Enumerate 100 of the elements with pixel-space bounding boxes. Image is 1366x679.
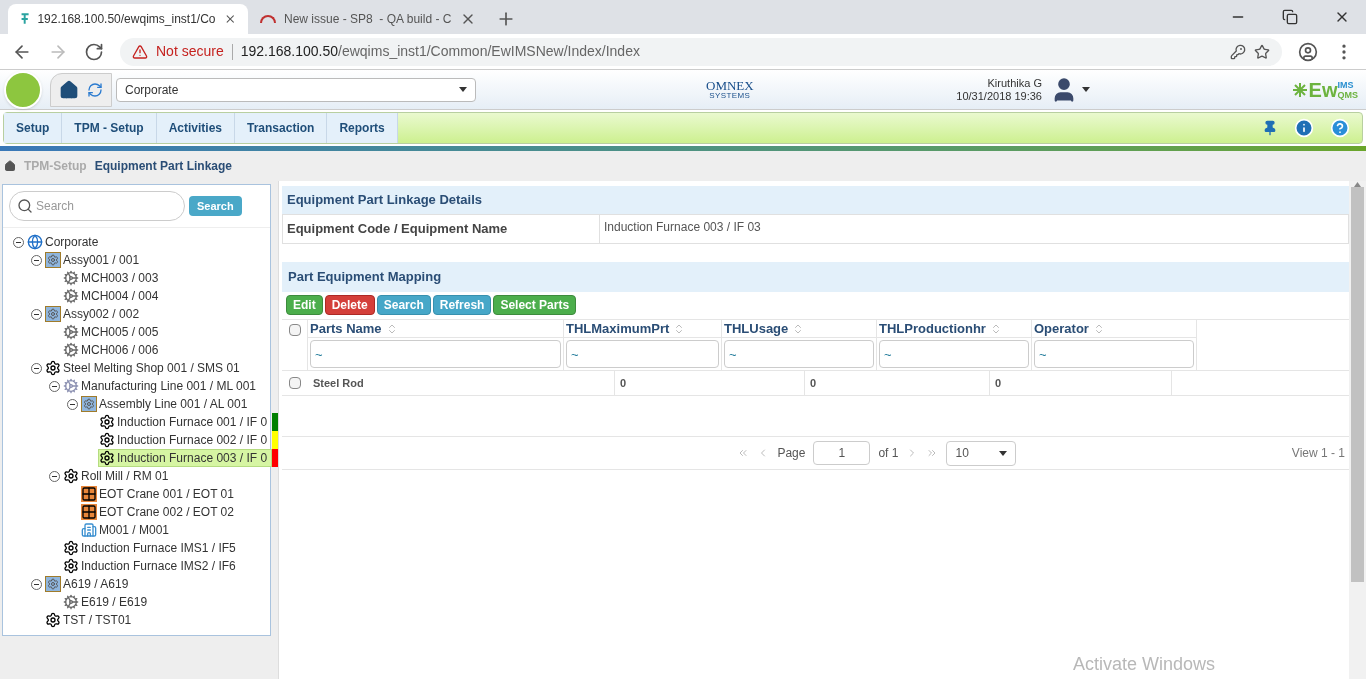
gear-icon: [63, 468, 79, 484]
page-label: Page: [777, 445, 806, 462]
tree-item[interactable]: MCH004 / 004: [62, 287, 164, 305]
page-field[interactable]: 1: [813, 441, 871, 465]
gears-icon: [63, 324, 79, 340]
field-label: Equipment Code / Equipment Name: [283, 215, 600, 243]
filter-field[interactable]: ~: [879, 340, 1029, 368]
gear-document-icon: [45, 576, 61, 592]
star-icon[interactable]: [1254, 43, 1270, 60]
crate-icon: [81, 504, 97, 520]
gears-icon: [63, 594, 79, 610]
gear-icon: [45, 360, 61, 376]
restore-icon[interactable]: [1282, 9, 1298, 25]
records-info: View 1 - 1: [1291, 445, 1346, 462]
tree-item[interactable]: Induction Furnace IMS1 / IF5: [62, 539, 241, 557]
menu-item[interactable]: TPM - Setup: [62, 113, 157, 143]
gears-icon: [63, 288, 79, 304]
tree-item[interactable]: Induction Furnace 001 / IF 0: [98, 413, 273, 431]
tree-item[interactable]: EOT Crane 001 / EOT 01: [80, 485, 239, 503]
scrollbar[interactable]: [1349, 181, 1366, 679]
gear-icon: [99, 450, 115, 466]
tab-title: 192.168.100.50/ewqims_inst1/Co: [37, 11, 216, 28]
menu-item[interactable]: Reports: [327, 113, 398, 143]
tree-item[interactable]: MCH005 / 005: [62, 323, 164, 341]
filter-field[interactable]: ~: [724, 340, 874, 368]
gear-icon: [45, 612, 61, 628]
table-cell: 0: [805, 371, 990, 395]
activation-notice: Activate Windows: [1073, 653, 1216, 676]
tree-item[interactable]: Induction Furnace 002 / IF 0: [98, 431, 273, 449]
gears-icon: [63, 378, 79, 394]
refresh-icon[interactable]: [87, 81, 103, 98]
reload-icon[interactable]: [84, 41, 104, 62]
tree-item[interactable]: E619 / E619: [62, 593, 153, 611]
column-header[interactable]: THLUsage: [724, 318, 789, 339]
url-text: 192.168.100.50/ewqims_inst1/Common/EwIMSNew/Index/Index: [240, 42, 640, 61]
pin-icon[interactable]: [1262, 120, 1278, 136]
organization-select[interactable]: Corporate: [116, 77, 476, 102]
table-cell: 0: [990, 371, 1172, 395]
help-icon[interactable]: [1330, 118, 1350, 138]
search-icon: [17, 198, 33, 214]
gear-document-icon: [45, 252, 61, 268]
field-value: Induction Furnace 003 / IF 03: [603, 219, 762, 236]
toolbar-button[interactable]: Delete: [324, 295, 375, 315]
profile-icon[interactable]: [1298, 41, 1318, 62]
key-icon[interactable]: [1230, 43, 1246, 60]
browser-tab[interactable]: 192.168.100.50/ewqims_inst1/Co: [8, 4, 248, 34]
gear-document-icon: [45, 306, 61, 322]
site-icon: [20, 11, 30, 27]
info-icon[interactable]: [1294, 118, 1314, 138]
tree-item[interactable]: Assy002 / 002: [44, 305, 145, 323]
column-header[interactable]: Operator: [1034, 318, 1089, 339]
menu-item[interactable]: Setup: [4, 113, 63, 143]
filter-field[interactable]: ~: [1034, 340, 1194, 368]
tree-item[interactable]: M001 / M001: [80, 521, 175, 539]
address-bar[interactable]: Not secure 192.168.100.50/ewqims_inst1/Common/EwIMSNew/Index/Index: [120, 37, 1282, 66]
tree-item[interactable]: Induction Furnace IMS2 / IF6: [62, 557, 241, 575]
tree-item[interactable]: Steel Melting Shop 001 / SMS 01: [44, 359, 245, 377]
filter-field[interactable]: ~: [566, 340, 719, 368]
gear-icon: [99, 414, 115, 430]
tree-item[interactable]: Corporate: [26, 233, 104, 251]
table-cell: 0: [615, 371, 805, 395]
gear-icon: [63, 558, 79, 574]
tree-item[interactable]: Roll Mill / RM 01: [62, 467, 174, 485]
tree-item[interactable]: Assembly Line 001 / AL 001: [80, 395, 253, 413]
tree-item[interactable]: Assy001 / 001: [44, 251, 145, 269]
search-field[interactable]: Search: [9, 191, 185, 221]
warning-icon: [132, 43, 148, 60]
table-cell: Steel Rod: [308, 371, 615, 395]
gears-icon: [63, 270, 79, 286]
tree-item[interactable]: MCH003 / 003: [62, 269, 164, 287]
caret-icon: [1081, 87, 1090, 92]
gears-icon: [63, 342, 79, 358]
page-size-select[interactable]: 10: [946, 440, 1017, 466]
security-label: Not secure: [156, 42, 224, 61]
browser-tab[interactable]: New issue - SP8 - QA build - C: [248, 4, 488, 34]
tab-title: New issue - SP8 - QA build - C: [284, 11, 452, 28]
gear-document-icon: [81, 396, 97, 412]
crate-icon: [81, 486, 97, 502]
page-count: of 1: [878, 445, 899, 462]
menu-item[interactable]: Transaction: [235, 113, 328, 143]
arch-icon: [260, 15, 276, 23]
column-header[interactable]: Parts Name: [310, 318, 382, 339]
tree-item[interactable]: EOT Crane 002 / EOT 02: [80, 503, 239, 521]
tree-item[interactable]: TST / TST01: [44, 611, 137, 629]
checkbox[interactable]: [288, 324, 301, 336]
column-header[interactable]: THLProductionhr: [879, 318, 986, 339]
filter-field[interactable]: ~: [310, 340, 561, 368]
tree-item[interactable]: Induction Furnace 003 / IF 0: [98, 449, 273, 467]
home-icon[interactable]: [59, 79, 79, 100]
column-header[interactable]: THLMaximumPrt: [566, 318, 670, 339]
checkbox[interactable]: [289, 377, 301, 389]
menu-item[interactable]: Activities: [156, 113, 236, 143]
date-time: 10/31/2018 19:36: [956, 89, 1042, 103]
tree-item[interactable]: MCH006 / 006: [62, 341, 164, 359]
home-icon[interactable]: [4, 160, 16, 172]
user-name: Kiruthika G: [987, 76, 1042, 90]
tree-item[interactable]: Manufacturing Line 001 / ML 001: [62, 377, 261, 395]
breadcrumb-item[interactable]: Equipment Part Linkage: [94, 157, 233, 175]
tree-item[interactable]: A619 / A619: [44, 575, 134, 593]
gear-icon: [63, 540, 79, 556]
